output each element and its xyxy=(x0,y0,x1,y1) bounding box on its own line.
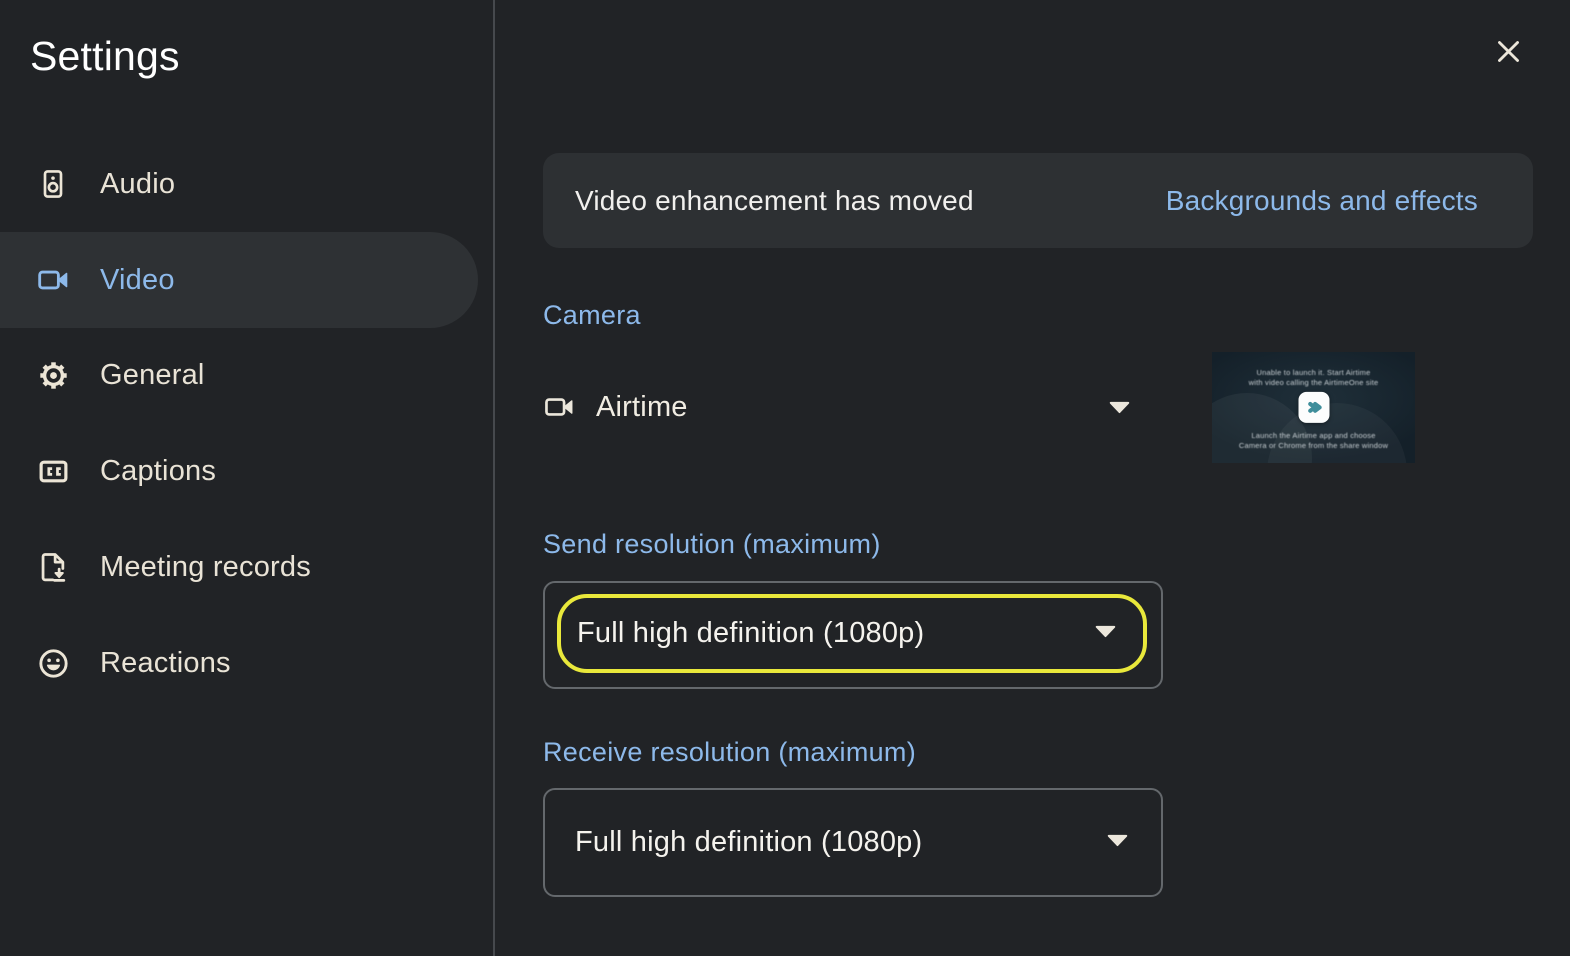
sidebar-item-label: General xyxy=(100,359,205,392)
camera-device-select[interactable]: Airtime xyxy=(543,378,1163,436)
sidebar-item-reactions[interactable]: Reactions xyxy=(0,615,478,711)
chevron-down-icon xyxy=(1094,625,1117,643)
settings-dialog-title: Settings xyxy=(30,33,180,80)
receive-resolution-label: Receive resolution (maximum) xyxy=(543,737,916,768)
sidebar-item-general[interactable]: General xyxy=(0,327,478,423)
receive-resolution-value: Full high definition (1080p) xyxy=(575,826,922,859)
preview-bottom-text: Launch the Airtime app and choose Camera… xyxy=(1212,431,1415,451)
backgrounds-and-effects-link[interactable]: Backgrounds and effects xyxy=(1166,185,1478,217)
panel-divider xyxy=(493,0,495,956)
sidebar-item-label: Video xyxy=(100,264,175,297)
videocam-icon xyxy=(36,263,70,297)
sidebar-item-label: Reactions xyxy=(100,647,231,680)
send-resolution-select[interactable]: Full high definition (1080p) xyxy=(543,581,1163,689)
send-resolution-label: Send resolution (maximum) xyxy=(543,529,881,560)
smiley-icon xyxy=(36,646,70,680)
file-download-icon xyxy=(36,550,70,584)
videocam-icon xyxy=(543,391,575,423)
banner-message: Video enhancement has moved xyxy=(575,185,974,217)
chevron-down-icon xyxy=(1108,401,1131,419)
sidebar-item-video[interactable]: Video xyxy=(0,232,478,328)
gear-icon xyxy=(36,358,70,392)
sidebar-item-captions[interactable]: Captions xyxy=(0,423,478,519)
settings-sidebar: Settings Audio Video xyxy=(0,0,493,956)
sidebar-item-audio[interactable]: Audio xyxy=(0,136,478,232)
sidebar-item-label: Audio xyxy=(100,168,175,201)
send-resolution-highlight: Full high definition (1080p) xyxy=(557,594,1147,673)
sidebar-item-label: Captions xyxy=(100,455,216,488)
video-enhancement-banner: Video enhancement has moved Backgrounds … xyxy=(543,153,1533,248)
camera-section-label: Camera xyxy=(543,300,641,331)
send-resolution-value: Full high definition (1080p) xyxy=(577,617,924,650)
chevron-down-icon xyxy=(1106,834,1129,852)
receive-resolution-select[interactable]: Full high definition (1080p) xyxy=(543,788,1163,897)
sidebar-item-label: Meeting records xyxy=(100,551,311,584)
camera-preview-thumbnail: Unable to launch it. Start Airtime with … xyxy=(1212,352,1415,463)
close-icon xyxy=(1493,36,1524,67)
speaker-icon xyxy=(36,167,70,201)
camera-device-value: Airtime xyxy=(596,391,688,424)
preview-top-text: Unable to launch it. Start Airtime with … xyxy=(1212,368,1415,388)
close-button[interactable] xyxy=(1490,33,1526,69)
airtime-logo-icon xyxy=(1298,391,1329,422)
captions-icon xyxy=(36,454,70,488)
sidebar-item-meeting-records[interactable]: Meeting records xyxy=(0,519,478,615)
